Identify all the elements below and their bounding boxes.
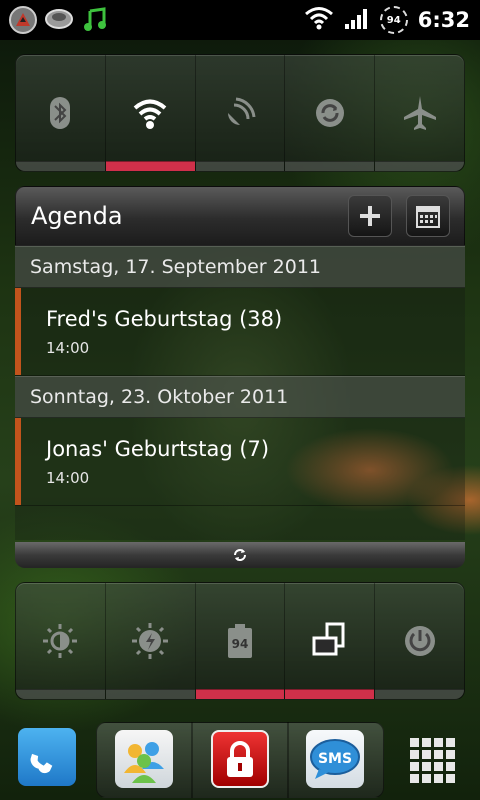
toggle-state-bar: [195, 161, 285, 171]
wifi-icon: [304, 6, 334, 34]
toggle-brightness[interactable]: [16, 583, 106, 699]
toggle-bluetooth[interactable]: [16, 55, 106, 171]
open-calendar-button[interactable]: [406, 195, 450, 237]
app-drawer-button[interactable]: [404, 732, 462, 790]
toggle-state-bar: [195, 689, 285, 699]
agenda-date-header: Samstag, 17. September 2011: [15, 246, 465, 288]
screen-rotation-icon: [312, 622, 345, 656]
battery-icon: 94: [227, 624, 252, 658]
wifi-icon: [133, 99, 167, 129]
toggle-state-bar: [105, 689, 195, 699]
toggle-state-bar: [285, 161, 375, 171]
phone-icon: [30, 753, 53, 774]
toggle-power[interactable]: [375, 583, 464, 699]
agenda-date-header: Sonntag, 23. Oktober 2011: [15, 376, 465, 418]
sms-label: SMS: [318, 751, 352, 767]
contacts-icon: [124, 742, 164, 783]
calendar-icon: [416, 206, 440, 228]
clock: 6:32: [417, 8, 470, 32]
plus-icon: [360, 206, 380, 226]
agenda-event[interactable]: Jonas' Geburtstag (7) 14:00: [15, 418, 465, 506]
gps-icon: [227, 97, 256, 125]
agenda-footer[interactable]: [15, 542, 465, 568]
toggle-state-bar: [375, 161, 464, 171]
notification-cloud-icon: [44, 5, 74, 35]
toggle-auto-brightness[interactable]: [105, 583, 196, 699]
contacts-app[interactable]: [115, 730, 173, 788]
toggle-state-bar: [285, 689, 375, 699]
music-note-icon: [80, 5, 110, 35]
agenda-empty-space: [15, 506, 465, 540]
toggle-state-bar: [105, 161, 195, 171]
toggle-battery[interactable]: 94: [195, 583, 286, 699]
battery-indicator: 94: [379, 6, 408, 34]
toggle-rotation[interactable]: [285, 583, 376, 699]
status-bar[interactable]: 94 6:32: [0, 0, 480, 40]
divider: [191, 722, 193, 798]
auto-brightness-icon: [132, 623, 169, 659]
add-event-button[interactable]: [348, 195, 392, 237]
toggle-state-bar: [16, 689, 105, 699]
app-icon: [8, 5, 38, 35]
sms-icon: SMS: [310, 739, 360, 779]
quick-settings-top: [15, 54, 465, 172]
event-time: 14:00: [46, 338, 90, 357]
toggle-gps[interactable]: [195, 55, 286, 171]
brightness-icon: [43, 624, 78, 658]
toggle-airplane[interactable]: [375, 55, 464, 171]
battery-level-label: 94: [232, 637, 249, 651]
power-icon: [404, 626, 435, 656]
lock-icon: [227, 741, 253, 777]
agenda-event[interactable]: Fred's Geburtstag (38) 14:00: [15, 288, 465, 376]
bluetooth-icon: [50, 97, 71, 129]
refresh-icon: [234, 549, 246, 561]
dock: SMS: [0, 718, 480, 800]
toggle-wifi[interactable]: [105, 55, 196, 171]
signal-icon: [344, 6, 370, 34]
lock-app[interactable]: [211, 730, 269, 788]
phone-app[interactable]: [18, 728, 76, 786]
agenda-header: Agenda: [15, 186, 465, 246]
sms-app[interactable]: SMS: [306, 730, 364, 788]
event-title: Fred's Geburtstag (38): [46, 306, 283, 331]
quick-settings-bottom: 94: [15, 582, 465, 700]
airplane-icon: [403, 96, 436, 130]
divider: [287, 722, 289, 798]
toggle-state-bar: [375, 689, 464, 699]
grid-icon: [410, 738, 455, 783]
event-time: 14:00: [46, 468, 90, 487]
agenda-title: Agenda: [31, 202, 123, 230]
event-title: Jonas' Geburtstag (7): [46, 436, 270, 461]
agenda-widget: Agenda Samstag, 17. September 2011 Fred'…: [15, 186, 465, 568]
sync-icon: [315, 99, 344, 127]
toggle-state-bar: [16, 161, 105, 171]
toggle-sync[interactable]: [285, 55, 376, 171]
